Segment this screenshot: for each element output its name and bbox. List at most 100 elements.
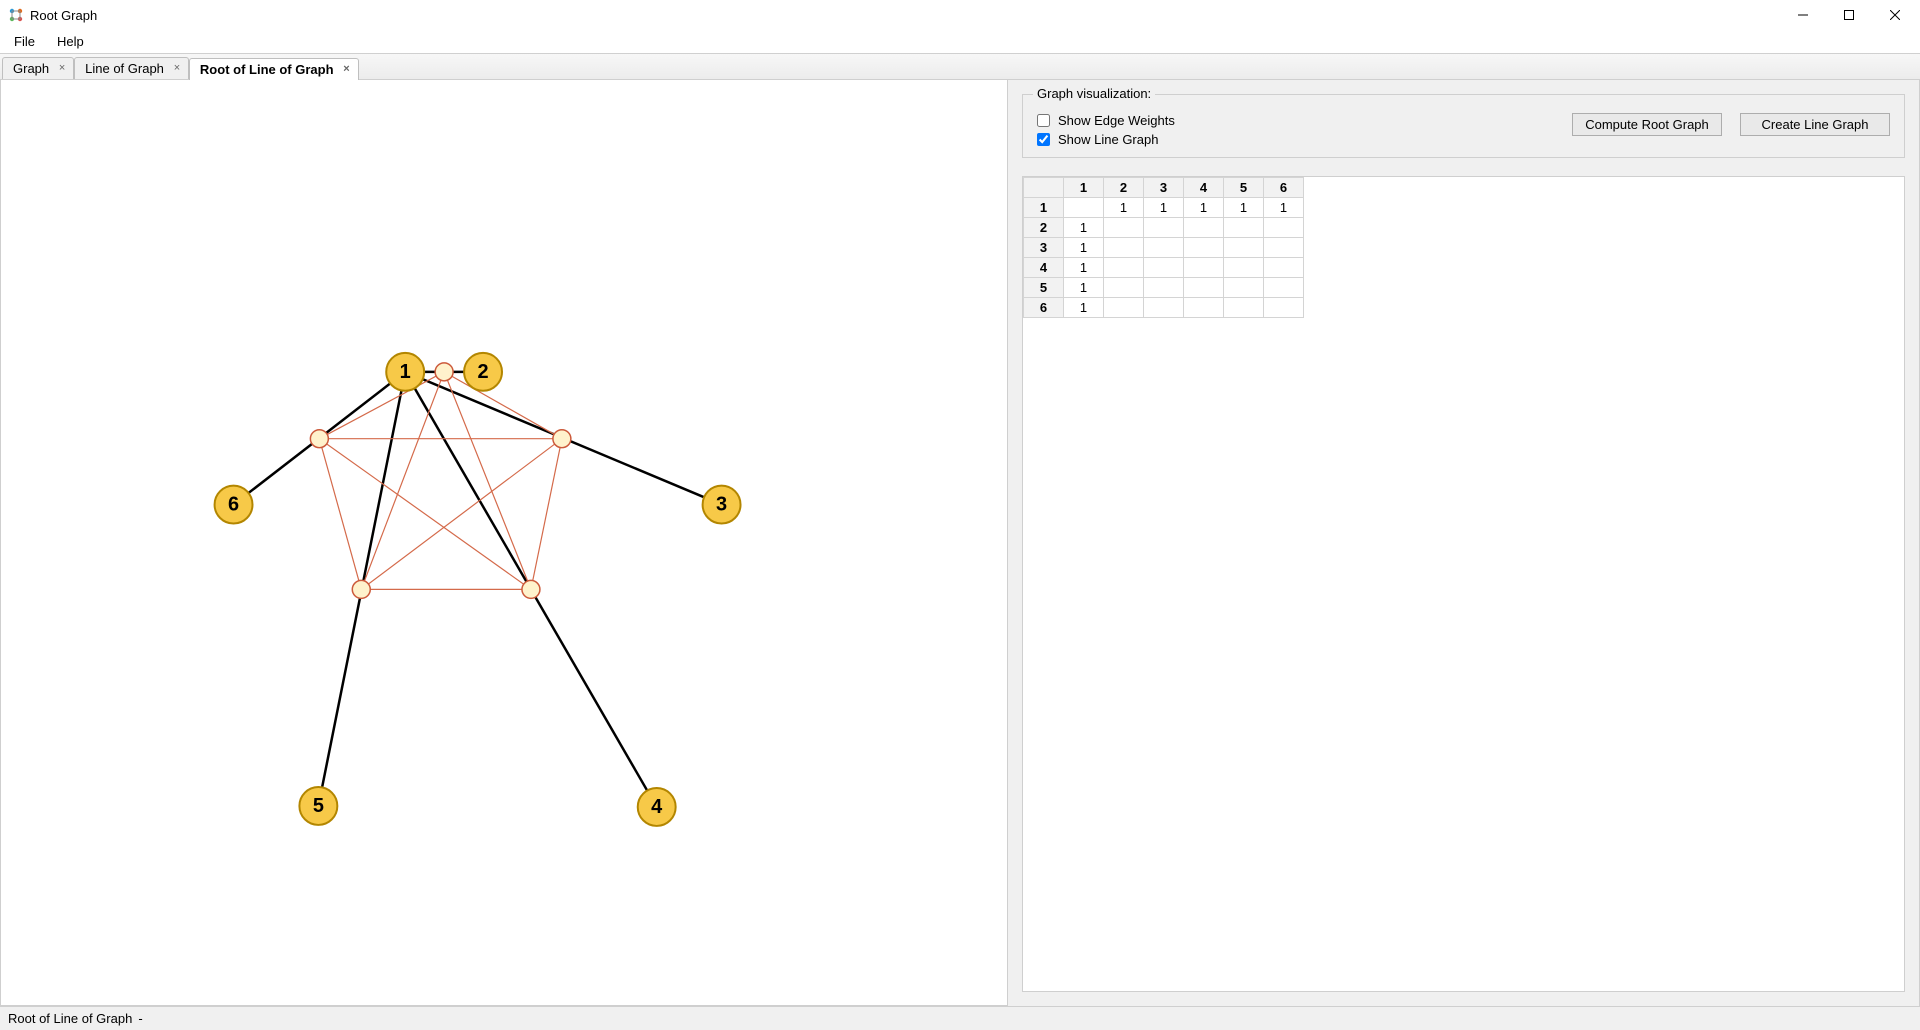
- menu-help[interactable]: Help: [49, 32, 92, 51]
- line-graph-node[interactable]: [352, 580, 370, 598]
- matrix-cell[interactable]: [1264, 278, 1304, 298]
- graph-node[interactable]: 2: [464, 353, 502, 391]
- line-graph-node[interactable]: [435, 363, 453, 381]
- matrix-cell[interactable]: [1104, 258, 1144, 278]
- matrix-row-header[interactable]: 1: [1024, 198, 1064, 218]
- matrix-col-header[interactable]: 5: [1224, 178, 1264, 198]
- line-graph-edge: [444, 372, 531, 590]
- matrix-cell[interactable]: [1184, 238, 1224, 258]
- tab-line-of-graph[interactable]: Line of Graph ×: [74, 57, 189, 79]
- matrix-cell[interactable]: [1104, 218, 1144, 238]
- matrix-row-header[interactable]: 3: [1024, 238, 1064, 258]
- matrix-cell[interactable]: [1144, 298, 1184, 318]
- graph-node[interactable]: 6: [215, 486, 253, 524]
- menubar: File Help: [0, 30, 1920, 54]
- svg-text:2: 2: [477, 361, 488, 383]
- window-controls: [1780, 0, 1918, 30]
- matrix-cell[interactable]: [1224, 218, 1264, 238]
- matrix-col-header[interactable]: 6: [1264, 178, 1304, 198]
- matrix-cell[interactable]: [1264, 258, 1304, 278]
- matrix-row-header[interactable]: 4: [1024, 258, 1064, 278]
- matrix-cell[interactable]: [1064, 198, 1104, 218]
- minimize-button[interactable]: [1780, 0, 1826, 30]
- matrix-cell[interactable]: [1104, 298, 1144, 318]
- matrix-cell[interactable]: [1144, 278, 1184, 298]
- matrix-cell[interactable]: 1: [1064, 278, 1104, 298]
- maximize-button[interactable]: [1826, 0, 1872, 30]
- close-icon[interactable]: ×: [55, 62, 69, 76]
- tab-root-of-line-of-graph[interactable]: Root of Line of Graph ×: [189, 58, 359, 80]
- status-text: Root of Line of Graph: [8, 1011, 132, 1026]
- visualization-panel: Graph visualization: Show Edge Weights S…: [1022, 94, 1905, 158]
- compute-root-graph-button[interactable]: Compute Root Graph: [1572, 113, 1722, 136]
- line-graph-node[interactable]: [522, 580, 540, 598]
- create-line-graph-button[interactable]: Create Line Graph: [1740, 113, 1890, 136]
- graph-node[interactable]: 3: [703, 486, 741, 524]
- matrix-col-header[interactable]: 1: [1064, 178, 1104, 198]
- status-sep: -: [138, 1011, 142, 1026]
- matrix-corner: [1024, 178, 1064, 198]
- matrix-cell[interactable]: [1224, 238, 1264, 258]
- matrix-cell[interactable]: [1184, 218, 1224, 238]
- tab-label: Line of Graph: [85, 61, 164, 76]
- checkbox-label: Show Line Graph: [1058, 132, 1158, 147]
- svg-text:1: 1: [400, 361, 411, 383]
- close-icon[interactable]: ×: [340, 63, 354, 77]
- matrix-row-header[interactable]: 5: [1024, 278, 1064, 298]
- matrix-row-header[interactable]: 6: [1024, 298, 1064, 318]
- matrix-col-header[interactable]: 3: [1144, 178, 1184, 198]
- matrix-cell[interactable]: [1264, 298, 1304, 318]
- matrix-cell[interactable]: [1144, 218, 1184, 238]
- matrix-cell[interactable]: [1224, 258, 1264, 278]
- matrix-cell[interactable]: 1: [1064, 298, 1104, 318]
- matrix-cell[interactable]: [1264, 238, 1304, 258]
- line-graph-edge: [361, 439, 562, 590]
- checkbox-input[interactable]: [1037, 114, 1050, 127]
- matrix-cell[interactable]: [1144, 258, 1184, 278]
- titlebar: Root Graph: [0, 0, 1920, 30]
- svg-text:6: 6: [228, 494, 239, 516]
- matrix-cell[interactable]: 1: [1144, 198, 1184, 218]
- matrix-cell[interactable]: 1: [1184, 198, 1224, 218]
- matrix-col-header[interactable]: 2: [1104, 178, 1144, 198]
- menu-file[interactable]: File: [6, 32, 43, 51]
- graph-node[interactable]: 5: [299, 787, 337, 825]
- matrix-cell[interactable]: 1: [1064, 218, 1104, 238]
- matrix-cell[interactable]: 1: [1064, 238, 1104, 258]
- matrix-cell[interactable]: [1104, 238, 1144, 258]
- tab-label: Root of Line of Graph: [200, 62, 334, 77]
- line-graph-node[interactable]: [553, 430, 571, 448]
- matrix-cell[interactable]: [1184, 278, 1224, 298]
- matrix-cell[interactable]: [1224, 278, 1264, 298]
- side-panel: Graph visualization: Show Edge Weights S…: [1008, 80, 1920, 1006]
- matrix-cell[interactable]: 1: [1264, 198, 1304, 218]
- show-line-graph-checkbox[interactable]: Show Line Graph: [1037, 132, 1175, 147]
- close-icon[interactable]: ×: [170, 62, 184, 76]
- checkbox-label: Show Edge Weights: [1058, 113, 1175, 128]
- matrix-cell[interactable]: [1184, 258, 1224, 278]
- matrix-cell[interactable]: [1184, 298, 1224, 318]
- tab-graph[interactable]: Graph ×: [2, 57, 74, 79]
- matrix-cell[interactable]: [1104, 278, 1144, 298]
- matrix-cell[interactable]: [1144, 238, 1184, 258]
- matrix-row-header[interactable]: 2: [1024, 218, 1064, 238]
- matrix-cell[interactable]: 1: [1104, 198, 1144, 218]
- svg-text:3: 3: [716, 494, 727, 516]
- matrix-cell[interactable]: 1: [1224, 198, 1264, 218]
- close-button[interactable]: [1872, 0, 1918, 30]
- graph-node[interactable]: 4: [638, 788, 676, 826]
- matrix-cell[interactable]: [1264, 218, 1304, 238]
- show-edge-weights-checkbox[interactable]: Show Edge Weights: [1037, 113, 1175, 128]
- checkbox-input[interactable]: [1037, 133, 1050, 146]
- tab-label: Graph: [13, 61, 49, 76]
- graph-canvas[interactable]: 1 2 3 4 5 6: [0, 80, 1008, 1006]
- line-graph-edge: [361, 372, 444, 590]
- matrix-cell[interactable]: 1: [1064, 258, 1104, 278]
- adjacency-matrix[interactable]: 1234561111112131415161: [1022, 176, 1905, 992]
- graph-node[interactable]: 1: [386, 353, 424, 391]
- matrix-col-header[interactable]: 4: [1184, 178, 1224, 198]
- svg-text:5: 5: [313, 795, 324, 817]
- matrix-cell[interactable]: [1224, 298, 1264, 318]
- line-graph-node[interactable]: [310, 430, 328, 448]
- svg-text:4: 4: [651, 796, 662, 818]
